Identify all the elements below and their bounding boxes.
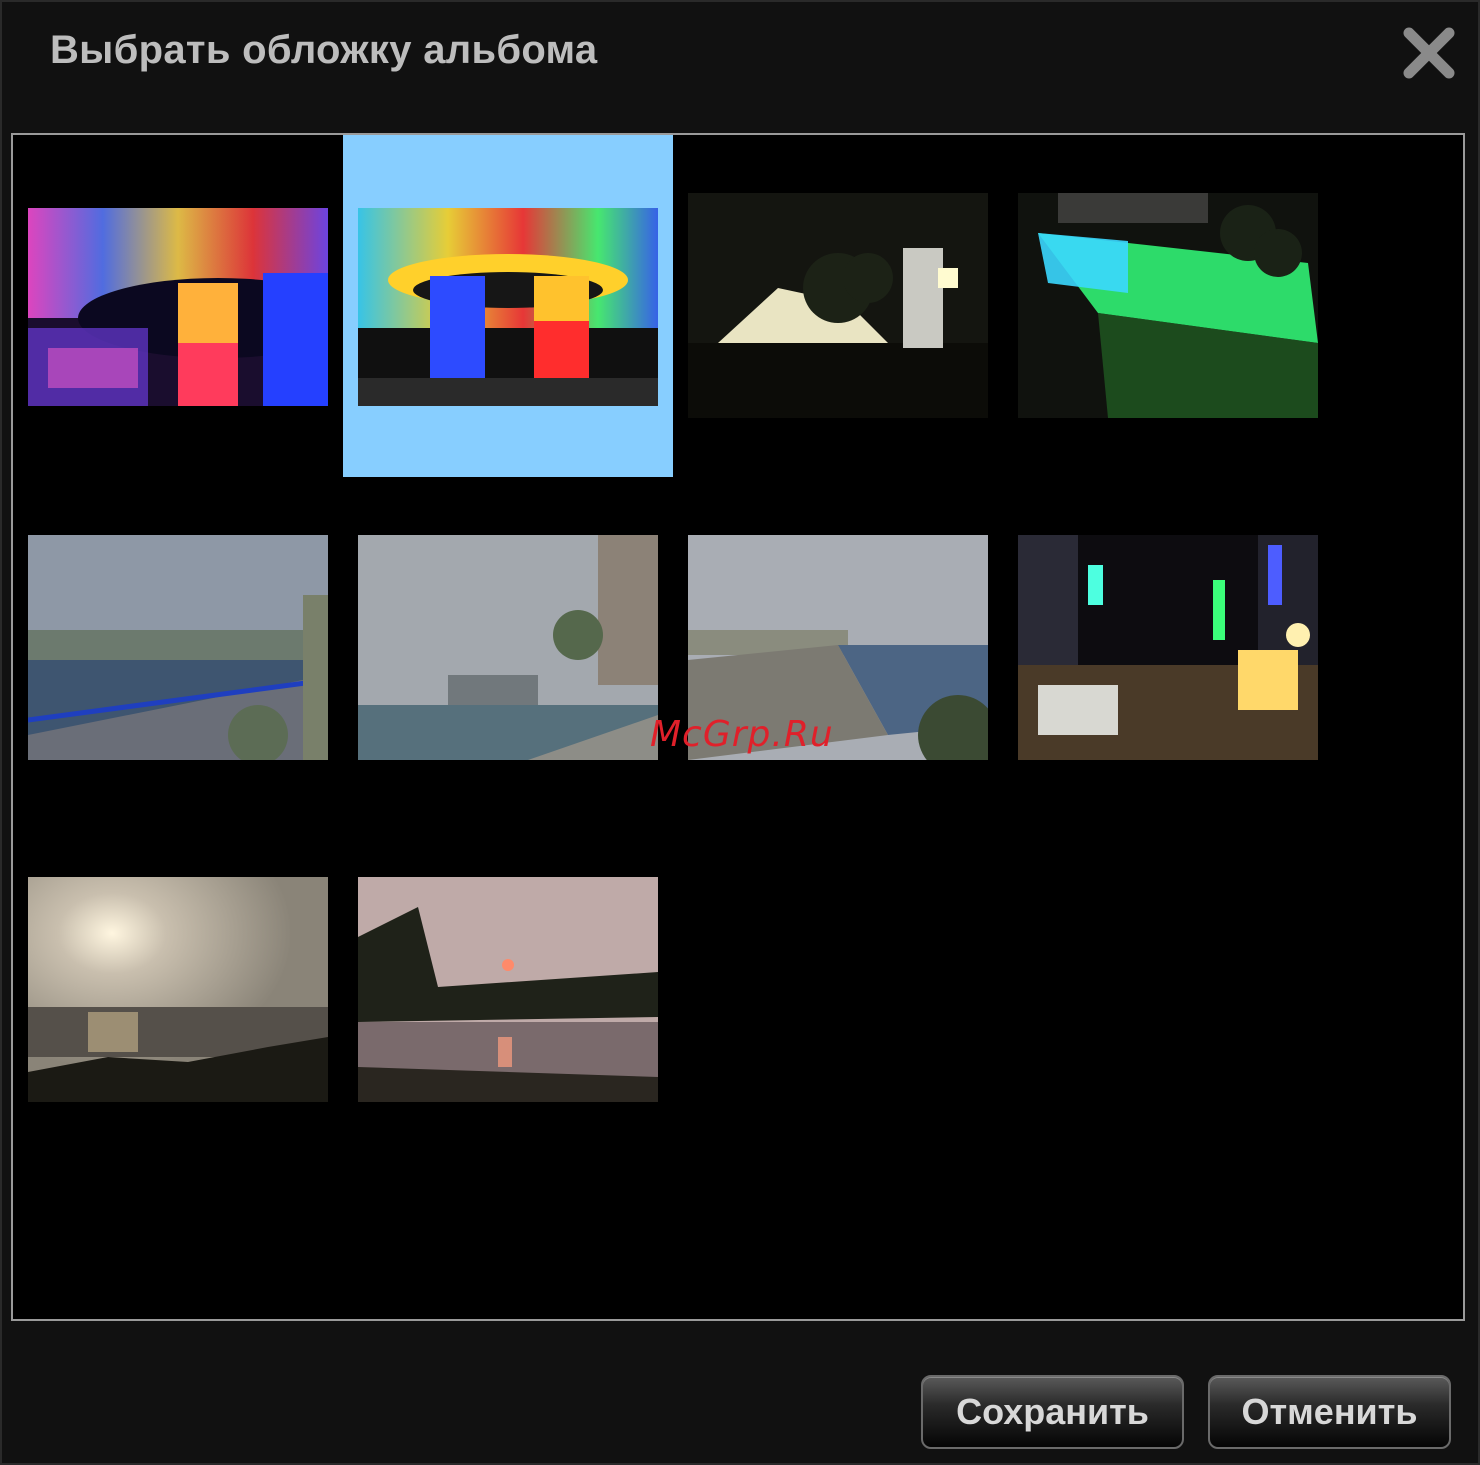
cancel-button[interactable]: Отменить [1208, 1375, 1451, 1449]
photo-cell[interactable] [343, 477, 673, 819]
photo-cell[interactable] [1003, 477, 1333, 819]
photo-cell[interactable] [673, 135, 1003, 477]
photo-cell[interactable] [673, 477, 1003, 819]
dialog-title: Выбрать обложку альбома [50, 28, 598, 72]
photo-cell[interactable] [13, 819, 343, 1161]
photo-harbor-promenade [28, 535, 328, 760]
photo-sunset-lake [358, 877, 658, 1102]
photo-dome-of-light-1 [28, 208, 328, 406]
album-cover-dialog: Выбрать обложку альбома McGrp.Ru Сохрани… [0, 0, 1480, 1465]
photo-cell[interactable] [13, 477, 343, 819]
photo-cell[interactable] [13, 135, 343, 477]
save-button[interactable]: Сохранить [921, 1375, 1184, 1449]
watermark: McGrp.Ru [650, 714, 834, 755]
photo-dome-of-light-2 [358, 208, 658, 406]
close-icon[interactable] [1400, 24, 1458, 82]
photo-night-market [1018, 535, 1318, 760]
photo-cell[interactable] [343, 819, 673, 1161]
photo-lit-pool [1018, 193, 1318, 418]
photo-river-city [358, 535, 658, 760]
photo-cell[interactable] [1003, 135, 1333, 477]
photo-cell-selected[interactable] [343, 135, 673, 477]
photo-night-pavilion [688, 193, 988, 418]
photo-sunset-sea [28, 877, 328, 1102]
